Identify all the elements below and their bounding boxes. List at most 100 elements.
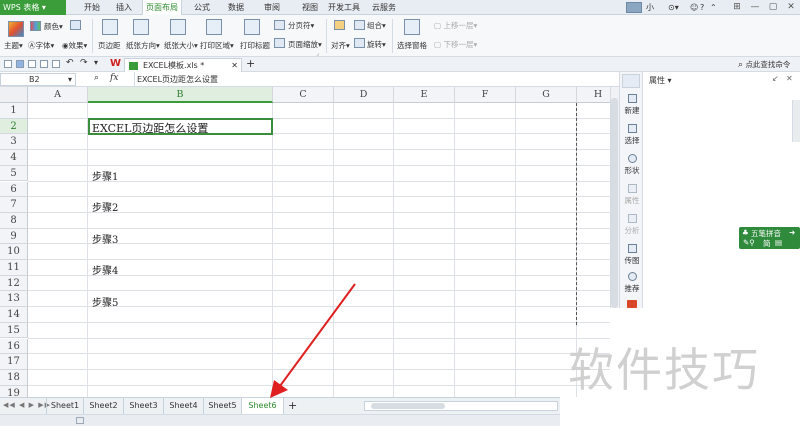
minimize-button[interactable]: — bbox=[748, 1, 762, 14]
row-header-12[interactable]: 12 bbox=[0, 275, 28, 292]
column-header-g[interactable]: G bbox=[516, 87, 577, 103]
horizontal-scrollbar-thumb[interactable] bbox=[371, 403, 445, 409]
colors-button[interactable]: 颜色▾ bbox=[44, 21, 63, 32]
task-item-upload-image[interactable]: 传图 bbox=[620, 244, 644, 266]
redo-icon[interactable]: ↷ bbox=[80, 58, 88, 68]
column-header-h[interactable]: H bbox=[577, 87, 610, 103]
cell-b7[interactable]: 步骤2 bbox=[92, 199, 118, 214]
menu-tab-page-layout[interactable]: 页面布局 bbox=[142, 0, 182, 15]
vertical-scrollbar-thumb[interactable] bbox=[611, 98, 618, 308]
skin-icon[interactable]: ☺ bbox=[690, 0, 698, 15]
size-button[interactable]: 纸张大小▾ bbox=[164, 40, 198, 51]
pane-pin-icon[interactable]: ↙ bbox=[772, 74, 779, 83]
formula-input[interactable]: EXCEL页边距怎么设置 bbox=[134, 72, 218, 87]
fonts-button[interactable]: Ⓐ字体▾ bbox=[28, 40, 54, 51]
ime-mode[interactable]: 简 bbox=[763, 238, 771, 249]
ribbon-collapse-icon[interactable]: ⌃ bbox=[710, 0, 717, 15]
send-backward-button[interactable]: ▢ 下移一层▾ bbox=[434, 39, 477, 50]
maximize-button[interactable]: ▢ bbox=[766, 1, 780, 14]
sheet-nav-arrows-icon[interactable]: ◀◀ ◀ ▶ ▶▶ bbox=[3, 401, 51, 409]
row-header-11[interactable]: 11 bbox=[0, 260, 28, 276]
row-header-16[interactable]: 16 bbox=[0, 338, 28, 355]
help-icon[interactable]: ? bbox=[700, 0, 704, 15]
menu-tab-insert[interactable]: 插入 bbox=[110, 0, 138, 15]
pane-edge-scrollbar[interactable] bbox=[792, 100, 800, 142]
spreadsheet-grid[interactable]: ABCDEFGH 1 2 3 4 5 6 7 8 9 10 11 12 13 14 15 16 17 18 19 E… bbox=[0, 87, 610, 397]
properties-pane-title[interactable]: 属性 ▾ bbox=[649, 75, 672, 86]
row-header-3[interactable]: 3 bbox=[0, 134, 28, 151]
app-logo-button[interactable]: WPS 表格 ▾ bbox=[0, 0, 66, 15]
selection-pane-button[interactable]: 选择窗格 bbox=[397, 40, 427, 51]
menu-tab-view[interactable]: 视图 bbox=[296, 0, 324, 15]
column-header-b[interactable]: B bbox=[88, 87, 273, 103]
row-header-6[interactable]: 6 bbox=[0, 181, 28, 198]
row-header-8[interactable]: 8 bbox=[0, 212, 28, 229]
row-header-15[interactable]: 15 bbox=[0, 322, 28, 339]
menu-tab-review[interactable]: 审阅 bbox=[258, 0, 286, 15]
theme-button[interactable]: 主题▾ bbox=[4, 40, 23, 51]
row-header-2[interactable]: 2 bbox=[0, 118, 28, 135]
column-header-e[interactable]: E bbox=[394, 87, 455, 103]
print-preview-icon[interactable] bbox=[52, 60, 60, 68]
undo-icon[interactable]: ↶ bbox=[66, 58, 74, 68]
group-button[interactable]: 组合▾ bbox=[367, 20, 386, 31]
menu-tab-developer[interactable]: 开发工具 bbox=[326, 0, 362, 15]
task-item-analysis[interactable]: 分析 bbox=[620, 214, 644, 236]
page-zoom-button[interactable]: 页面缩放▾ bbox=[288, 39, 322, 50]
menu-tab-formulas[interactable]: 公式 bbox=[188, 0, 216, 15]
row-header-10[interactable]: 10 bbox=[0, 244, 28, 260]
breaks-button[interactable]: 分页符▾ bbox=[288, 20, 314, 31]
menu-tab-cloud[interactable]: 云服务 bbox=[368, 0, 400, 15]
print-area-button[interactable]: 打印区域▾ bbox=[200, 40, 234, 51]
name-box-dropdown-icon[interactable]: ▾ bbox=[68, 74, 72, 86]
column-header-f[interactable]: F bbox=[455, 87, 516, 103]
ime-tools-icon[interactable]: ✎⚲ bbox=[743, 238, 755, 247]
row-header-4[interactable]: 4 bbox=[0, 150, 28, 166]
sheet-tab-2[interactable]: Sheet2 bbox=[84, 398, 124, 414]
effects-button[interactable]: ◉效果▾ bbox=[62, 40, 87, 51]
row-header-7[interactable]: 7 bbox=[0, 197, 28, 213]
document-tab[interactable]: EXCEL模板.xls * ✕ bbox=[124, 58, 242, 72]
sheet-tab-1[interactable]: Sheet1 bbox=[46, 398, 84, 414]
ime-settings-icon[interactable]: ▤ bbox=[775, 238, 782, 247]
close-button[interactable]: ✕ bbox=[784, 1, 798, 14]
print-titles-button[interactable]: 打印标题 bbox=[240, 40, 270, 51]
close-tab-icon[interactable]: ✕ bbox=[231, 59, 238, 72]
sheet-tab-6[interactable]: Sheet6 bbox=[242, 398, 284, 414]
status-icon[interactable] bbox=[76, 417, 84, 424]
bring-forward-button[interactable]: ▢ 上移一层▾ bbox=[434, 20, 477, 31]
export-pdf-icon[interactable] bbox=[28, 60, 36, 68]
task-item-properties[interactable]: 属性 bbox=[620, 184, 644, 206]
orientation-button[interactable]: 纸张方向▾ bbox=[126, 40, 160, 51]
row-header-9[interactable]: 9 bbox=[0, 228, 28, 245]
print-icon[interactable] bbox=[40, 60, 48, 68]
task-item-select[interactable]: 选择 bbox=[620, 124, 644, 146]
column-header-c[interactable]: C bbox=[273, 87, 334, 103]
menu-tab-data[interactable]: 数据 bbox=[222, 0, 250, 15]
sheet-tab-3[interactable]: Sheet3 bbox=[124, 398, 164, 414]
margins-button[interactable]: 页边距 bbox=[98, 40, 121, 51]
zoom-formula-icon[interactable]: ⌕ bbox=[94, 73, 99, 83]
align-button[interactable]: 对齐▾ bbox=[331, 40, 350, 51]
save-icon[interactable] bbox=[16, 60, 24, 68]
horizontal-scrollbar[interactable] bbox=[364, 401, 558, 411]
page-setup-launcher-icon[interactable]: ⌟ bbox=[316, 50, 319, 57]
row-header-5[interactable]: 5 bbox=[0, 165, 28, 182]
row-header-1[interactable]: 1 bbox=[0, 103, 28, 119]
menu-tab-home[interactable]: 开始 bbox=[78, 0, 106, 15]
ime-status-bar[interactable]: ♣ 五笔拼音 ➜ ✎⚲ 简 ▤ bbox=[739, 227, 800, 249]
cell-b9[interactable]: 步骤3 bbox=[92, 231, 118, 246]
row-header-13[interactable]: 13 bbox=[0, 291, 28, 308]
sheet-tab-4[interactable]: Sheet4 bbox=[164, 398, 204, 414]
cell-b11[interactable]: 步骤4 bbox=[92, 262, 118, 277]
user-menu-icon[interactable]: ⊙▾ bbox=[668, 0, 679, 15]
row-header-14[interactable]: 14 bbox=[0, 307, 28, 323]
row-header-19[interactable]: 19 bbox=[0, 385, 28, 397]
new-file-icon[interactable] bbox=[4, 60, 12, 68]
column-header-a[interactable]: A bbox=[28, 87, 88, 103]
new-tab-button[interactable]: + bbox=[246, 57, 255, 71]
task-item-shapes[interactable]: 形状 bbox=[620, 154, 644, 176]
restore-panel-icon[interactable]: ⊞ bbox=[730, 1, 744, 14]
name-box[interactable]: B2 ▾ bbox=[0, 73, 76, 86]
customize-qa-icon[interactable]: ▾ bbox=[94, 58, 98, 67]
